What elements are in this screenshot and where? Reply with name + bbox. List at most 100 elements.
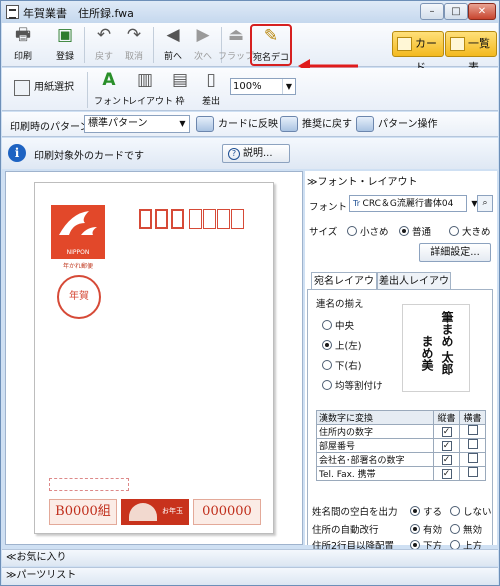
search-icon[interactable]: ⌕	[477, 195, 493, 212]
renmei-radio-bottom[interactable]: 下(右)	[322, 358, 361, 372]
postcard[interactable]: NIPPON 年かれ郵便 年賀 B0000組 お年玉 000000	[34, 182, 274, 534]
radio-icon	[322, 340, 332, 350]
undo-button[interactable]: ↶ 戻す	[89, 25, 119, 65]
info-message: 印刷対象外のカードです	[34, 151, 144, 162]
table-header: 縦書	[433, 410, 460, 425]
atena-deco-icon: ✎	[263, 26, 279, 46]
print-button[interactable]: 🖶 印刷	[8, 25, 38, 65]
chevron-down-icon: ▼	[179, 119, 186, 128]
lottery-number: 000000	[193, 499, 261, 525]
font-select[interactable]: Tr CRC＆G流麗行書体04	[349, 195, 467, 212]
register-button[interactable]: ▣ 登録	[50, 25, 80, 65]
radio-icon	[347, 226, 357, 236]
sender-icon: ▯	[206, 70, 216, 90]
explain-button[interactable]: ? 説明...	[222, 144, 290, 163]
zoom-select[interactable]: 100% ▼	[230, 78, 296, 95]
toolbar-separator	[87, 72, 88, 108]
apply-to-card-button[interactable]: カードに反映	[194, 115, 278, 134]
reset-recommended-button[interactable]: 推奨に戻す	[278, 115, 352, 134]
prev-button[interactable]: ◀ 前へ	[158, 25, 188, 65]
chevron-down-icon: ▼	[282, 79, 295, 94]
renmei-radio-justify[interactable]: 均等割付け	[322, 378, 383, 392]
pattern-ops-button[interactable]: パターン操作	[354, 115, 438, 134]
triangle-left-icon: ◀	[166, 25, 180, 45]
parts-list-bar[interactable]: ≫パーツリスト	[2, 567, 498, 585]
sender-button[interactable]: ▯ 差出	[196, 70, 226, 110]
radio-icon	[322, 380, 332, 390]
renmei-radio-center[interactable]: 中央	[322, 318, 354, 332]
close-button[interactable]: ✕	[468, 3, 496, 20]
minimize-button[interactable]: –	[420, 3, 444, 20]
table-header: 横書	[459, 410, 486, 425]
app-window: 年賀業書 住所録.fwa – □ ✕ 🖶 印刷 ▣ 登録 ↶ 戻す ↷ 取消 ◀…	[0, 0, 500, 586]
tab-sender-layout[interactable]: 差出人レイアウト	[377, 272, 451, 304]
space-label: 姓名間の空白を出力	[312, 507, 398, 518]
table-header: 漢数字に変換	[316, 410, 434, 425]
toolbar-separator	[84, 27, 85, 63]
truetype-icon: Tr	[353, 199, 363, 208]
postal-box	[203, 209, 216, 229]
checkbox-tate[interactable]: ✓	[441, 468, 452, 479]
postal-box	[155, 209, 168, 229]
checkbox-yoko[interactable]	[467, 425, 478, 435]
postal-box	[139, 209, 152, 229]
font-button[interactable]: A フォント	[94, 70, 130, 110]
sender-postal-boxes	[49, 478, 129, 491]
renmei-label: 連名の揃え	[316, 299, 364, 310]
panel-header: ≫フォント・レイアウト	[307, 177, 418, 188]
radio-icon	[399, 226, 409, 236]
print-pattern-select[interactable]: 標準パターン ▼	[84, 115, 190, 133]
postal-box	[189, 209, 202, 229]
row-label: 住所内の数字	[316, 424, 434, 439]
maximize-button[interactable]: □	[444, 3, 468, 20]
font-label: フォント	[309, 202, 348, 213]
font-layout-panel: ≫フォント・レイアウト フォント Tr CRC＆G流麗行書体04 ▼ ⌕ サイズ…	[305, 171, 497, 552]
checkbox-yoko[interactable]	[467, 439, 478, 449]
reset-icon	[280, 116, 298, 132]
window-title: 年賀業書 住所録.fwa	[23, 7, 134, 20]
checkbox-yoko[interactable]	[467, 467, 478, 477]
row-label: 部屋番号	[316, 438, 434, 453]
renmei-radio-top[interactable]: 上(左)	[322, 338, 361, 352]
redo-button[interactable]: ↷ 取消	[119, 25, 149, 65]
list-view-button[interactable]: 一覧表	[445, 31, 497, 74]
frame-icon: ▤	[171, 70, 189, 90]
next-button[interactable]: ▶ 次へ	[188, 25, 218, 65]
autobreak-radio-on[interactable]: 有効	[410, 522, 442, 536]
info-bar: i 印刷対象外のカードです ? 説明...	[2, 138, 498, 169]
space-radio-no[interactable]: しない	[450, 504, 492, 518]
postal-box	[171, 209, 184, 229]
undo-icon: ↶	[96, 25, 112, 45]
layout-button[interactable]: ▥ レイアウト	[128, 70, 173, 110]
postal-box	[231, 209, 244, 229]
space-radio-yes[interactable]: する	[410, 504, 442, 518]
fan-icon	[129, 503, 157, 521]
size-radio-small[interactable]: 小さめ	[347, 224, 389, 238]
triangle-right-icon: ▶	[196, 25, 210, 45]
table-header-row: 漢数字に変換 縦書 横書	[316, 410, 486, 425]
radio-icon	[410, 506, 420, 516]
card-preview-pane: NIPPON 年かれ郵便 年賀 B0000組 お年玉 000000	[5, 171, 303, 545]
card-view-button[interactable]: カード	[392, 31, 444, 74]
otoshidama-banner: お年玉	[121, 499, 189, 525]
table-row: 会社名･部署名の数字 ✓	[316, 452, 486, 467]
checkbox-yoko[interactable]	[467, 453, 478, 463]
frame-button[interactable]: ▤ 枠	[165, 70, 195, 110]
question-icon: ?	[228, 148, 240, 160]
checkbox-tate[interactable]: ✓	[441, 454, 452, 465]
apply-card-icon	[196, 116, 214, 132]
address-layout-tab-panel: 連名の揃え 中央 上(左) 下(右) 均等割付け 筆まめ 太郎 まめ美 漢数字に…	[307, 289, 493, 552]
list-icon	[450, 37, 465, 51]
favorites-bar[interactable]: ≪お気に入り	[2, 549, 498, 566]
checkbox-tate[interactable]: ✓	[441, 426, 452, 437]
checkbox-tate[interactable]: ✓	[441, 440, 452, 451]
atena-deco-button[interactable]: ✎ 宛名デコ	[250, 24, 292, 66]
autobreak-radio-off[interactable]: 無効	[450, 522, 482, 536]
radio-icon	[449, 226, 459, 236]
size-radio-large[interactable]: 大きめ	[449, 224, 491, 238]
main-toolbar: 🖶 印刷 ▣ 登録 ↶ 戻す ↷ 取消 ◀ 前へ ▶ 次へ ⏏ フラップ ✎ 宛…	[2, 23, 498, 74]
size-radio-normal[interactable]: 普通	[399, 224, 431, 238]
paper-select-button[interactable]: 用紙選択	[12, 78, 74, 98]
crane-icon	[59, 211, 97, 235]
detail-settings-button[interactable]: 詳細設定...	[419, 243, 491, 262]
